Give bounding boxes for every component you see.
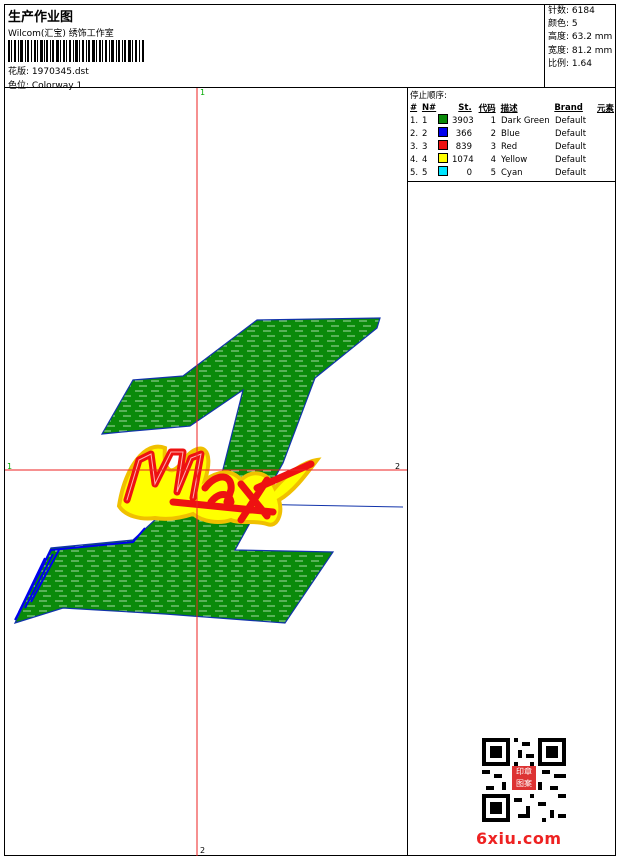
stop-description: Blue bbox=[501, 128, 520, 139]
stop-index: 3. bbox=[410, 141, 419, 152]
thread-color-swatch bbox=[438, 114, 448, 124]
design-height: 高度: 63.2 mm bbox=[548, 32, 613, 43]
color-count: 颜色: 5 bbox=[548, 19, 578, 30]
thread-color-swatch bbox=[438, 140, 448, 150]
axis-label-bottom: 2 bbox=[200, 846, 206, 855]
stop-description: Yellow bbox=[501, 154, 528, 165]
header-divider-vertical bbox=[544, 4, 545, 88]
barcode bbox=[8, 40, 144, 62]
axis-label-left: 1 bbox=[7, 462, 13, 471]
stop-stitches: 1074 bbox=[452, 154, 474, 165]
stop-brand: Default bbox=[555, 128, 587, 139]
stop-number: 1 bbox=[422, 115, 428, 126]
stop-row: 2. 2 366 2 Blue Default bbox=[410, 127, 614, 140]
thread-color-swatch bbox=[438, 153, 448, 163]
panel-divider-vertical bbox=[407, 88, 408, 856]
qr-center-logo: 印章 图案 bbox=[512, 766, 536, 790]
stop-number: 2 bbox=[422, 128, 428, 139]
stop-code: 2 bbox=[490, 128, 496, 139]
stop-index: 5. bbox=[410, 167, 419, 178]
stop-code: 4 bbox=[490, 154, 496, 165]
stop-sequence-header: # N# St. 代码 描述 Brand 元素 bbox=[410, 101, 614, 114]
max-lettering bbox=[116, 444, 322, 527]
stitch-stats: 针数: 6184 颜色: 5 高度: 63.2 mm 宽度: 81.2 mm 比… bbox=[548, 5, 614, 71]
stop-sequence-title: 停止顺序: bbox=[410, 91, 447, 101]
stop-index: 2. bbox=[410, 128, 419, 139]
col-number: N# bbox=[421, 102, 437, 113]
axis-label-top: 1 bbox=[200, 88, 206, 97]
col-brand: Brand bbox=[554, 102, 583, 113]
stop-code: 5 bbox=[490, 167, 496, 178]
stop-description: Red bbox=[501, 141, 518, 152]
embroidery-canvas: 1 1 2 2 bbox=[5, 88, 407, 856]
stop-sequence-rows: 1. 1 3903 1 Dark Green Default 2. 2 366 2 Blue Defa… bbox=[410, 114, 614, 179]
col-element: 元素 bbox=[596, 103, 614, 114]
design-scale: 比例: 1.64 bbox=[548, 58, 592, 69]
stitch-count: 针数: 6184 bbox=[548, 6, 595, 16]
page-title: 生产作业图 bbox=[8, 10, 74, 25]
col-description: 描述 bbox=[500, 103, 518, 114]
stop-index: 4. bbox=[410, 154, 419, 165]
stop-brand: Default bbox=[555, 115, 587, 126]
stop-code: 1 bbox=[490, 115, 496, 126]
col-index: # bbox=[410, 102, 418, 113]
stop-number: 5 bbox=[422, 167, 428, 178]
thread-color-swatch bbox=[438, 127, 448, 137]
stop-index: 1. bbox=[410, 115, 419, 126]
stop-stitches: 3903 bbox=[452, 115, 474, 126]
stop-row: 4. 4 1074 4 Yellow Default bbox=[410, 153, 614, 166]
stop-row: 5. 5 0 5 Cyan Default bbox=[410, 166, 614, 179]
stop-brand: Default bbox=[555, 167, 587, 178]
stop-stitches: 0 bbox=[466, 167, 472, 178]
embroidery-design bbox=[5, 88, 407, 856]
stop-description: Cyan bbox=[501, 167, 523, 178]
stop-brand: Default bbox=[555, 141, 587, 152]
stop-sequence-panel: 停止顺序: # N# St. 代码 描述 Brand 元素 1. 1 3903 1 Da… bbox=[410, 89, 614, 179]
header-info: 生产作业图 Wilcom(汇宝) 绣饰工作室 花版: 1970345.dst 色… bbox=[6, 4, 544, 91]
stop-row: 1. 1 3903 1 Dark Green Default bbox=[410, 114, 614, 127]
col-code: 代码 bbox=[478, 103, 496, 114]
stop-number: 4 bbox=[422, 154, 428, 165]
panel-divider-horizontal bbox=[408, 181, 616, 182]
stop-brand: Default bbox=[555, 154, 587, 165]
stop-row: 3. 3 839 3 Red Default bbox=[410, 140, 614, 153]
company-name: Wilcom(汇宝) 绣饰工作室 bbox=[8, 29, 114, 39]
stop-stitches: 839 bbox=[455, 141, 472, 152]
stop-description: Dark Green bbox=[501, 115, 550, 126]
site-watermark: 6xiu.com bbox=[476, 829, 562, 848]
stop-stitches: 366 bbox=[455, 128, 472, 139]
stop-code: 3 bbox=[490, 141, 496, 152]
thread-color-swatch bbox=[438, 166, 448, 176]
design-file-label: 花版: 1970345.dst bbox=[8, 67, 89, 77]
col-stitches: St. bbox=[458, 102, 472, 113]
design-width: 宽度: 81.2 mm bbox=[548, 45, 613, 56]
stop-number: 3 bbox=[422, 141, 428, 152]
axis-label-right: 2 bbox=[395, 462, 401, 471]
